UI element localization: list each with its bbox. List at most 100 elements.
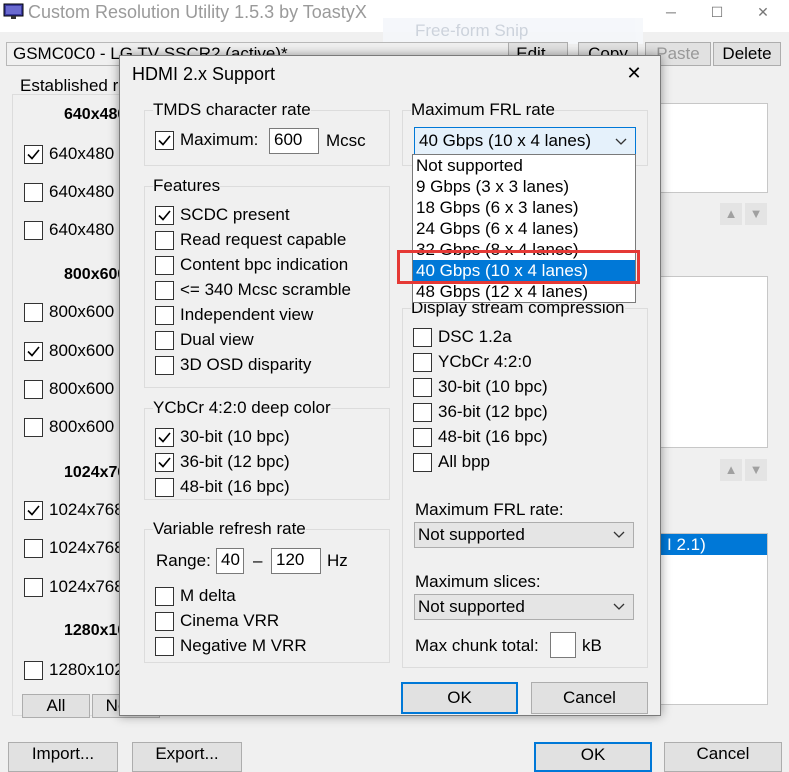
feature-checkbox[interactable]: Independent view [155, 305, 313, 325]
feature-checkbox[interactable]: Content bpc indication [155, 255, 348, 275]
close-window-icon[interactable]: ✕ [740, 0, 786, 26]
dsc-checkbox[interactable]: 48-bit (16 bpc) [413, 427, 548, 447]
vrr-unit: Hz [327, 551, 348, 570]
highlight-annotation-box [397, 250, 640, 284]
checkbox[interactable] [155, 477, 174, 497]
frl-option[interactable]: 18 Gbps (6 x 3 lanes) [413, 197, 635, 218]
move-down-icon[interactable]: ▼ [745, 203, 767, 225]
vrr-checkbox[interactable]: Negative M VRR [155, 636, 307, 656]
detailed-resolutions-list[interactable] [660, 103, 768, 193]
ycbcr-checkbox[interactable]: 30-bit (10 bpc) [155, 427, 290, 447]
move-up-icon[interactable]: ▲ [720, 203, 742, 225]
dsc-checkbox[interactable]: YCbCr 4:2:0 [413, 352, 532, 372]
checkmark-icon [158, 456, 171, 468]
frl-option[interactable]: 24 Gbps (6 x 4 lanes) [413, 218, 635, 239]
checkbox[interactable] [155, 586, 174, 606]
checkbox[interactable] [24, 379, 43, 399]
feature-checkbox[interactable]: Dual view [155, 330, 254, 350]
frl-option[interactable]: Not supported [413, 155, 635, 176]
dsc-checkbox[interactable]: DSC 1.2a [413, 327, 512, 347]
checkbox[interactable] [155, 452, 174, 472]
import-button[interactable]: Import... [8, 742, 118, 772]
main-cancel-button[interactable]: Cancel [664, 742, 782, 772]
close-icon[interactable]: ✕ [622, 62, 646, 86]
dialog-title: HDMI 2.x Support [132, 64, 276, 84]
extension-block-item[interactable]: I 2.1) [661, 534, 767, 555]
extension-blocks-list[interactable]: I 2.1) [660, 533, 768, 705]
tmds-rate-input[interactable]: 600 [269, 128, 319, 154]
checkbox[interactable] [155, 280, 174, 300]
main-ok-button[interactable]: OK [534, 742, 652, 772]
dsc-checkbox[interactable]: 30-bit (10 bpc) [413, 377, 548, 397]
checkbox[interactable] [155, 205, 174, 225]
checkbox[interactable] [155, 130, 174, 150]
tmds-label: TMDS character rate [153, 100, 311, 120]
checkbox[interactable] [155, 330, 174, 350]
checkbox[interactable] [24, 302, 43, 322]
dsc-slices-dropdown[interactable]: Not supported [414, 594, 634, 620]
checkbox[interactable] [413, 452, 432, 472]
cancel-button[interactable]: Cancel [531, 682, 648, 714]
checkbox[interactable] [155, 305, 174, 325]
checkbox[interactable] [24, 341, 43, 361]
checkbox[interactable] [24, 577, 43, 597]
frl-option[interactable]: 9 Gbps (3 x 3 lanes) [413, 176, 635, 197]
dsc-checkbox[interactable]: 36-bit (12 bpc) [413, 402, 548, 422]
ycbcr-checkbox[interactable]: 48-bit (16 bpc) [155, 477, 290, 497]
feature-checkbox[interactable]: <= 340 Mcsc scramble [155, 280, 351, 300]
monitor-app-icon [3, 3, 24, 19]
checkbox[interactable] [155, 427, 174, 447]
checkmark-icon [158, 134, 171, 146]
feature-checkbox-label: Dual view [180, 330, 254, 349]
minimize-icon[interactable]: ─ [648, 0, 694, 26]
checkbox[interactable] [155, 230, 174, 250]
checkbox[interactable] [24, 182, 43, 202]
ok-button[interactable]: OK [401, 682, 518, 714]
checkbox[interactable] [413, 427, 432, 447]
checkbox[interactable] [413, 352, 432, 372]
standard-resolutions-list[interactable] [660, 276, 768, 448]
checkmark-icon [27, 345, 40, 357]
feature-checkbox[interactable]: Read request capable [155, 230, 346, 250]
tmds-maximum-checkbox[interactable]: Maximum: [155, 130, 258, 150]
feature-checkbox-label: Independent view [180, 305, 314, 324]
ycbcr-checkbox[interactable]: 36-bit (12 bpc) [155, 452, 290, 472]
dsc-frl-dropdown[interactable]: Not supported [414, 522, 634, 548]
checkbox[interactable] [24, 660, 43, 680]
dsc-checkbox[interactable]: All bpp [413, 452, 490, 472]
max-frl-selected: 40 Gbps (10 x 4 lanes) [419, 131, 591, 150]
checkbox[interactable] [24, 538, 43, 558]
vrr-checkbox[interactable]: Cinema VRR [155, 611, 279, 631]
all-button[interactable]: All [22, 694, 90, 718]
checkbox[interactable] [155, 355, 174, 375]
checkmark-icon [27, 148, 40, 160]
vrr-min-input[interactable]: 40 [216, 548, 244, 574]
max-frl-dropdown[interactable]: 40 Gbps (10 x 4 lanes) [414, 127, 636, 156]
checkbox[interactable] [413, 402, 432, 422]
dsc-checkbox-label: YCbCr 4:2:0 [438, 352, 532, 371]
move-down-icon[interactable]: ▼ [745, 459, 767, 481]
dsc-chunk-input[interactable] [550, 632, 576, 658]
features-label: Features [153, 176, 221, 196]
checkbox[interactable] [24, 417, 43, 437]
checkbox[interactable] [24, 144, 43, 164]
vrr-checkbox[interactable]: M delta [155, 586, 236, 606]
title-bar: Custom Resolution Utility 1.5.3 by Toast… [0, 0, 789, 44]
checkbox[interactable] [24, 500, 43, 520]
checkbox[interactable] [155, 636, 174, 656]
checkbox[interactable] [155, 255, 174, 275]
frl-option[interactable]: 48 Gbps (12 x 4 lanes) [413, 281, 635, 302]
checkbox[interactable] [413, 327, 432, 347]
feature-checkbox[interactable]: SCDC present [155, 205, 290, 225]
export-button[interactable]: Export... [132, 742, 242, 772]
snip-overlay-label: Free-form Snip [383, 18, 643, 44]
checkbox[interactable] [155, 611, 174, 631]
checkbox[interactable] [413, 377, 432, 397]
dsc-checkbox-label: DSC 1.2a [438, 327, 512, 346]
vrr-max-input[interactable]: 120 [271, 548, 321, 574]
feature-checkbox[interactable]: 3D OSD disparity [155, 355, 311, 375]
maximize-icon[interactable]: ☐ [694, 0, 740, 26]
checkbox[interactable] [24, 220, 43, 240]
move-up-icon[interactable]: ▲ [720, 459, 742, 481]
delete-button[interactable]: Delete [713, 42, 781, 66]
